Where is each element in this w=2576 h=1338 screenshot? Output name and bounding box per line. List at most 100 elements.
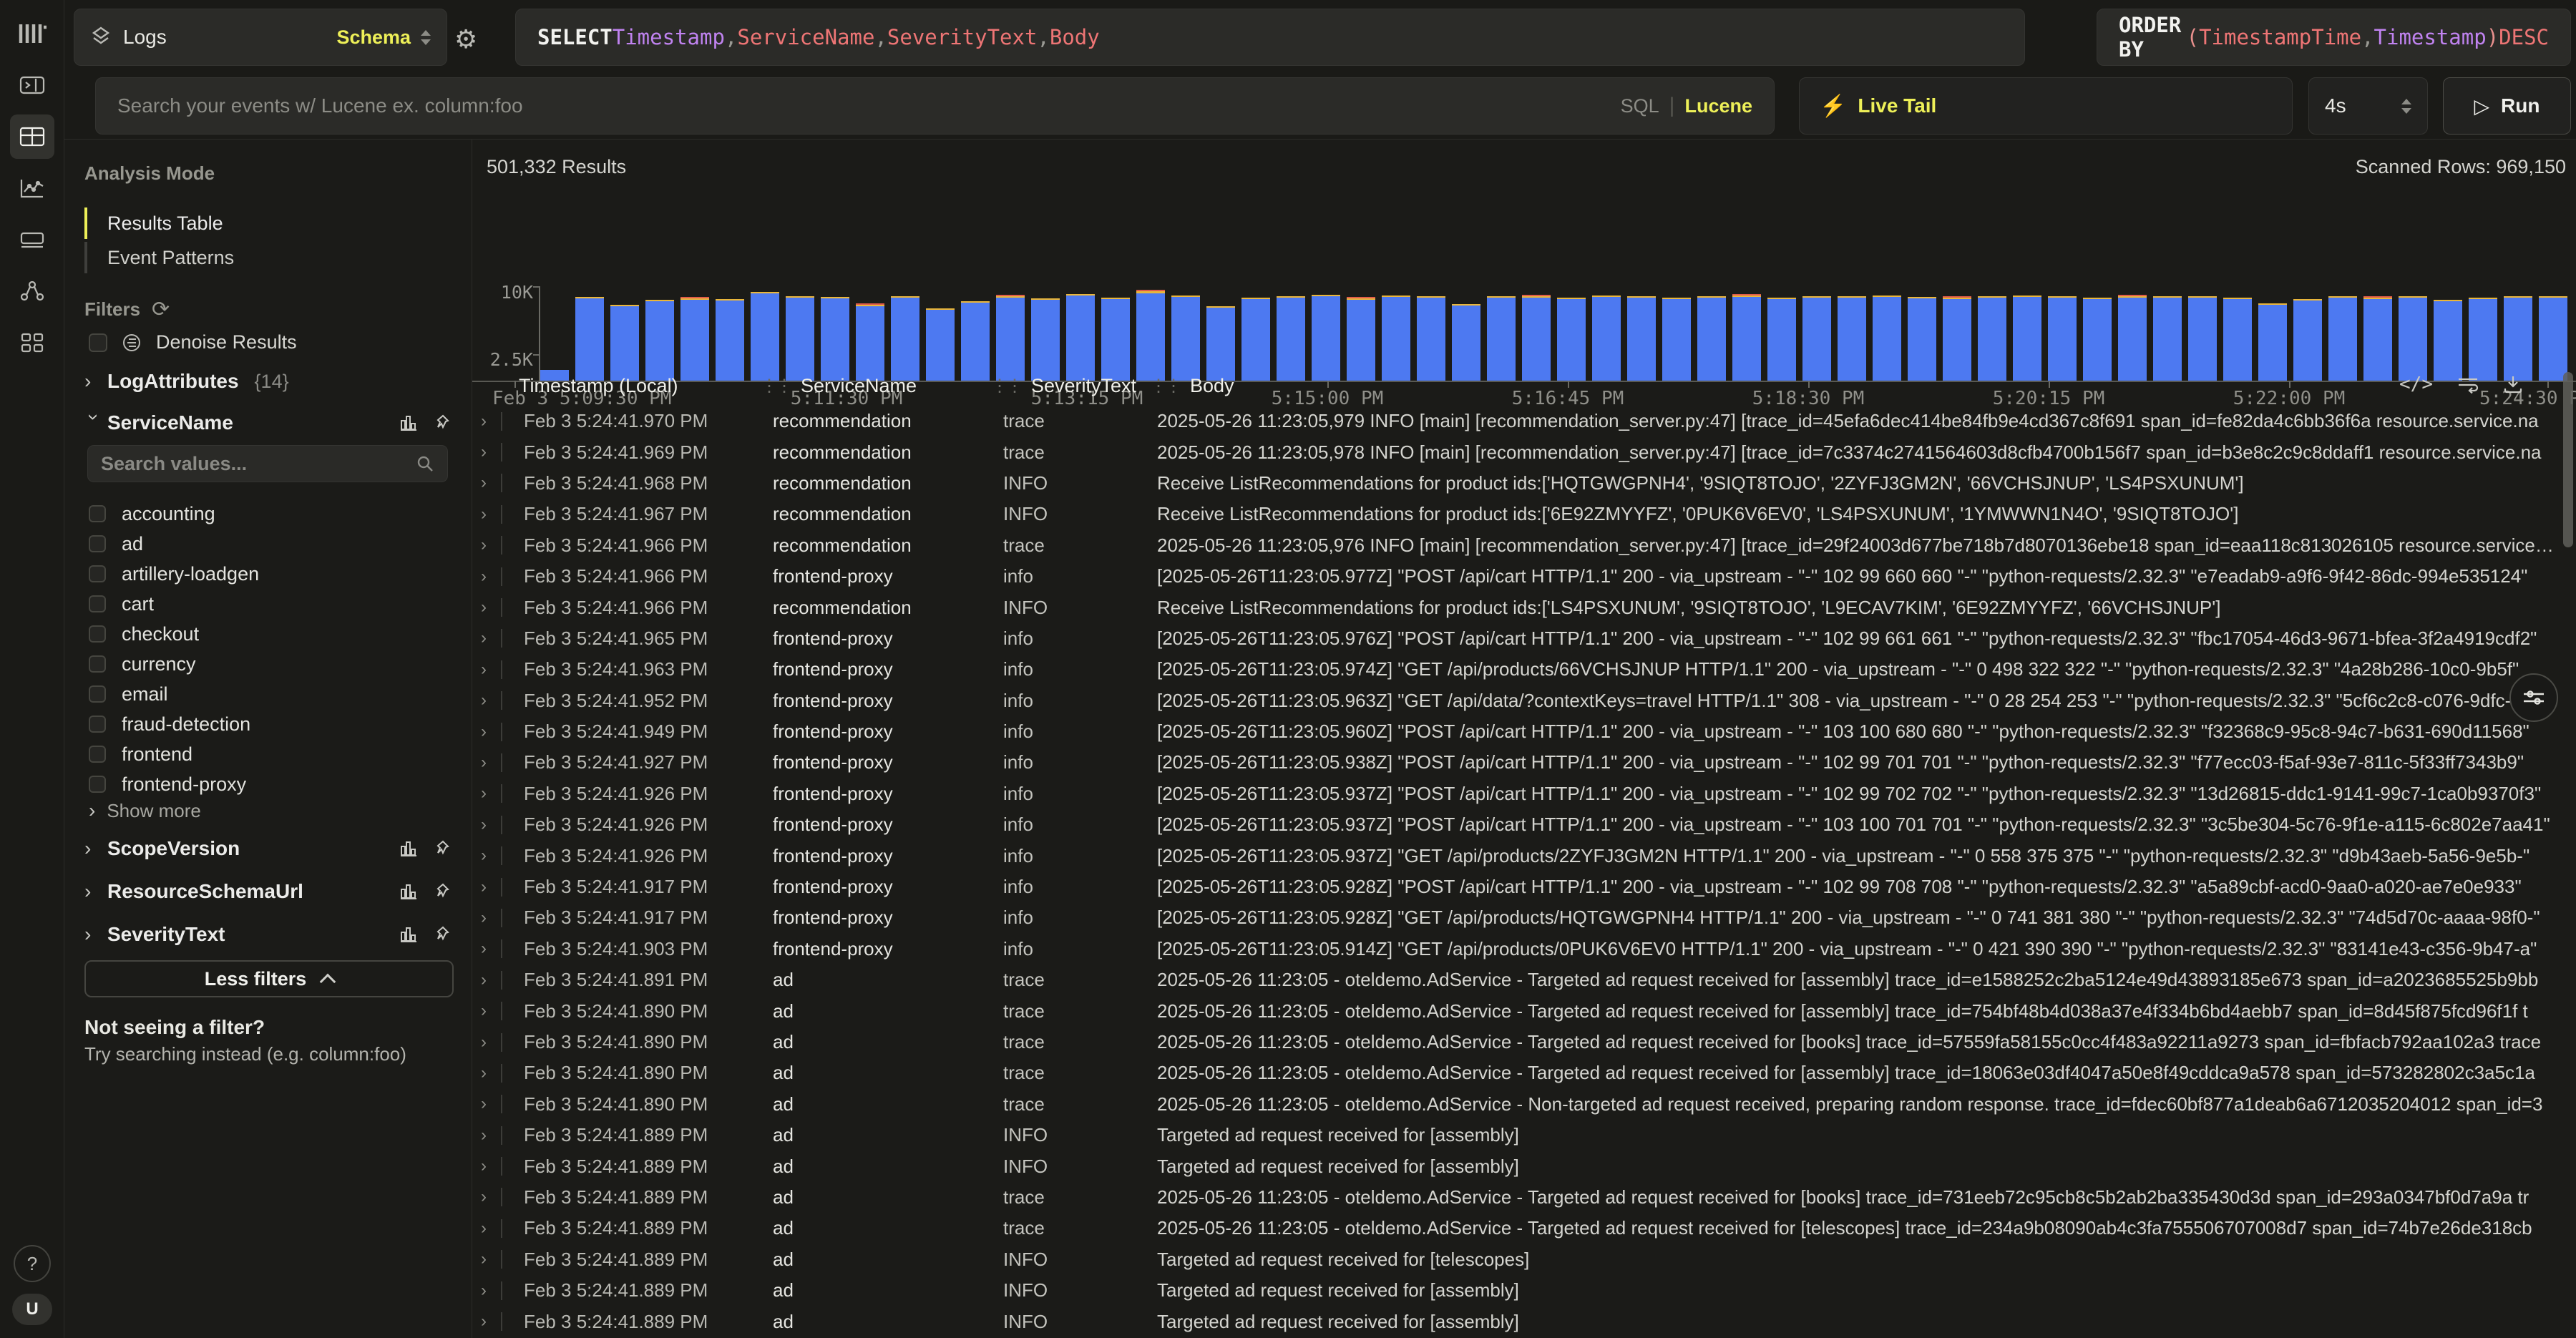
- service-value-checkout[interactable]: checkout: [89, 619, 447, 649]
- search-values-input[interactable]: Search values...: [87, 445, 448, 482]
- language-toggle[interactable]: SQL | Lucene: [1621, 94, 1752, 118]
- table-row[interactable]: ›Feb 3 5:24:41.917 PMfrontend-proxyinfo[…: [472, 871, 2559, 902]
- row-expand-chevron[interactable]: ›: [481, 628, 501, 648]
- gear-icon[interactable]: ⚙: [454, 24, 477, 54]
- row-expand-chevron[interactable]: ›: [481, 1032, 501, 1053]
- table-row[interactable]: ›Feb 3 5:24:41.890 PMadtrace2025-05-26 1…: [472, 1089, 2559, 1120]
- value-checkbox[interactable]: [89, 776, 106, 793]
- table-row[interactable]: ›Feb 3 5:24:41.889 PMadINFOTargeted ad r…: [472, 1120, 2559, 1151]
- value-checkbox[interactable]: [89, 746, 106, 763]
- less-filters-button[interactable]: Less filters: [84, 960, 454, 997]
- table-row[interactable]: ›Feb 3 5:24:41.966 PMfrontend-proxyinfo[…: [472, 561, 2559, 592]
- orderby-query-input[interactable]: ORDER BY (TimestampTime, Timestamp) DESC: [2097, 9, 2571, 66]
- table-row[interactable]: ›Feb 3 5:24:41.926 PMfrontend-proxyinfo[…: [472, 778, 2559, 809]
- row-expand-chevron[interactable]: ›: [481, 1312, 501, 1332]
- table-row[interactable]: ›Feb 3 5:24:41.917 PMfrontend-proxyinfo[…: [472, 902, 2559, 933]
- table-row[interactable]: ›Feb 3 5:24:41.889 PMadINFOTargeted ad r…: [472, 1244, 2559, 1275]
- download-icon[interactable]: [2503, 374, 2523, 394]
- display-options-fab[interactable]: [2509, 673, 2558, 722]
- user-avatar[interactable]: U: [12, 1294, 52, 1325]
- value-checkbox[interactable]: [89, 625, 106, 643]
- tab-event-patterns[interactable]: Event Patterns: [84, 240, 234, 275]
- row-expand-chevron[interactable]: ›: [481, 442, 501, 462]
- column-header-timestamp[interactable]: Timestamp (Local): [519, 375, 678, 397]
- schema-badge[interactable]: Schema: [336, 26, 411, 49]
- column-header-servicename[interactable]: ⋮⋮ServiceName: [761, 375, 917, 397]
- row-expand-chevron[interactable]: ›: [481, 473, 501, 493]
- value-checkbox[interactable]: [89, 535, 106, 552]
- value-checkbox[interactable]: [89, 595, 106, 612]
- service-value-frontend-proxy[interactable]: frontend-proxy: [89, 769, 447, 799]
- bar-chart-icon[interactable]: [399, 414, 418, 432]
- row-expand-chevron[interactable]: ›: [481, 970, 501, 990]
- live-tail-button[interactable]: ⚡ Live Tail: [1799, 77, 2293, 135]
- code-view-icon[interactable]: </>: [2399, 373, 2433, 395]
- table-row[interactable]: ›Feb 3 5:24:41.889 PMadINFOTargeted ad r…: [472, 1306, 2559, 1337]
- denoise-checkbox[interactable]: [89, 333, 107, 352]
- tab-results-table[interactable]: Results Table: [84, 206, 234, 240]
- chart-view-icon[interactable]: [10, 166, 54, 210]
- table-row[interactable]: ›Feb 3 5:24:41.889 PMadINFOTargeted ad r…: [472, 1151, 2559, 1181]
- table-row[interactable]: ›Feb 3 5:24:41.949 PMfrontend-proxyinfo[…: [472, 716, 2559, 747]
- row-expand-chevron[interactable]: ›: [481, 1281, 501, 1301]
- column-header-severitytext[interactable]: ⋮⋮SeverityText: [991, 375, 1136, 397]
- table-row[interactable]: ›Feb 3 5:24:41.890 PMadtrace2025-05-26 1…: [472, 1027, 2559, 1058]
- service-value-ad[interactable]: ad: [89, 529, 447, 559]
- row-expand-chevron[interactable]: ›: [481, 535, 501, 555]
- row-expand-chevron[interactable]: ›: [481, 411, 501, 431]
- pin-icon[interactable]: [434, 925, 452, 944]
- source-selector[interactable]: Logs Schema: [74, 9, 447, 66]
- value-checkbox[interactable]: [89, 655, 106, 673]
- drag-handle-icon[interactable]: ⋮⋮: [991, 376, 1021, 396]
- search-logs-icon[interactable]: [10, 63, 54, 107]
- refresh-filters-icon[interactable]: ⟳: [152, 297, 170, 322]
- event-search-input[interactable]: Search your events w/ Lucene ex. column:…: [95, 77, 1775, 135]
- table-row[interactable]: ›Feb 3 5:24:41.889 PMadtrace2025-05-26 1…: [472, 1213, 2559, 1244]
- help-button[interactable]: ?: [14, 1245, 51, 1282]
- service-value-frontend[interactable]: frontend: [89, 739, 447, 769]
- value-checkbox[interactable]: [89, 685, 106, 703]
- table-row[interactable]: ›Feb 3 5:24:41.968 PMrecommendationINFOR…: [472, 468, 2559, 499]
- row-expand-chevron[interactable]: ›: [481, 1063, 501, 1083]
- group-resourceschemaurl[interactable]: ›ResourceSchemaUrl: [84, 880, 452, 903]
- value-checkbox[interactable]: [89, 505, 106, 522]
- table-row[interactable]: ›Feb 3 5:24:41.963 PMfrontend-proxyinfo[…: [472, 654, 2559, 685]
- bar-chart-icon[interactable]: [399, 925, 418, 944]
- service-value-fraud-detection[interactable]: fraud-detection: [89, 709, 447, 739]
- column-header-body[interactable]: ⋮⋮Body: [1150, 375, 1234, 397]
- row-expand-chevron[interactable]: ›: [481, 1249, 501, 1269]
- row-expand-chevron[interactable]: ›: [481, 660, 501, 680]
- group-service-name[interactable]: › ServiceName: [84, 411, 452, 434]
- table-row[interactable]: ›Feb 3 5:24:41.890 PMadtrace2025-05-26 1…: [472, 1058, 2559, 1088]
- interval-chevrons[interactable]: [2401, 99, 2411, 114]
- row-expand-chevron[interactable]: ›: [481, 504, 501, 524]
- row-expand-chevron[interactable]: ›: [481, 1125, 501, 1146]
- group-scopeversion[interactable]: ›ScopeVersion: [84, 837, 452, 860]
- bar-chart-icon[interactable]: [399, 839, 418, 858]
- table-row[interactable]: ›Feb 3 5:24:41.891 PMadtrace2025-05-26 1…: [472, 965, 2559, 995]
- table-view-icon[interactable]: [10, 114, 54, 159]
- show-more-link[interactable]: › Show more: [89, 799, 201, 822]
- apps-grid-icon[interactable]: [10, 321, 54, 365]
- row-expand-chevron[interactable]: ›: [481, 1156, 501, 1176]
- row-expand-chevron[interactable]: ›: [481, 597, 501, 617]
- table-row[interactable]: ›Feb 3 5:24:41.889 PMadINFOTargeted ad r…: [472, 1275, 2559, 1306]
- row-expand-chevron[interactable]: ›: [481, 567, 501, 587]
- pin-icon[interactable]: [434, 414, 452, 432]
- vertical-scrollbar[interactable]: [2563, 372, 2573, 547]
- table-row[interactable]: ›Feb 3 5:24:41.889 PMadtrace2025-05-26 1…: [472, 1182, 2559, 1213]
- group-log-attributes[interactable]: › LogAttributes {14}: [84, 370, 452, 393]
- row-expand-chevron[interactable]: ›: [481, 722, 501, 742]
- select-query-input[interactable]: SELECT Timestamp, ServiceName, SeverityT…: [515, 9, 2025, 66]
- table-row[interactable]: ›Feb 3 5:24:41.903 PMfrontend-proxyinfo[…: [472, 934, 2559, 965]
- table-row[interactable]: ›Feb 3 5:24:41.970 PMrecommendationtrace…: [472, 406, 2559, 436]
- refresh-interval-stepper[interactable]: 4s: [2308, 77, 2428, 135]
- row-expand-chevron[interactable]: ›: [481, 877, 501, 897]
- service-value-cart[interactable]: cart: [89, 589, 447, 619]
- row-expand-chevron[interactable]: ›: [481, 846, 501, 866]
- table-row[interactable]: ›Feb 3 5:24:41.890 PMadtrace2025-05-26 1…: [472, 995, 2559, 1026]
- run-button[interactable]: ▷ Run: [2443, 77, 2571, 135]
- denoise-results-option[interactable]: Denoise Results: [89, 331, 297, 353]
- table-row[interactable]: ›Feb 3 5:24:41.966 PMrecommendationINFOR…: [472, 592, 2559, 622]
- value-checkbox[interactable]: [89, 565, 106, 582]
